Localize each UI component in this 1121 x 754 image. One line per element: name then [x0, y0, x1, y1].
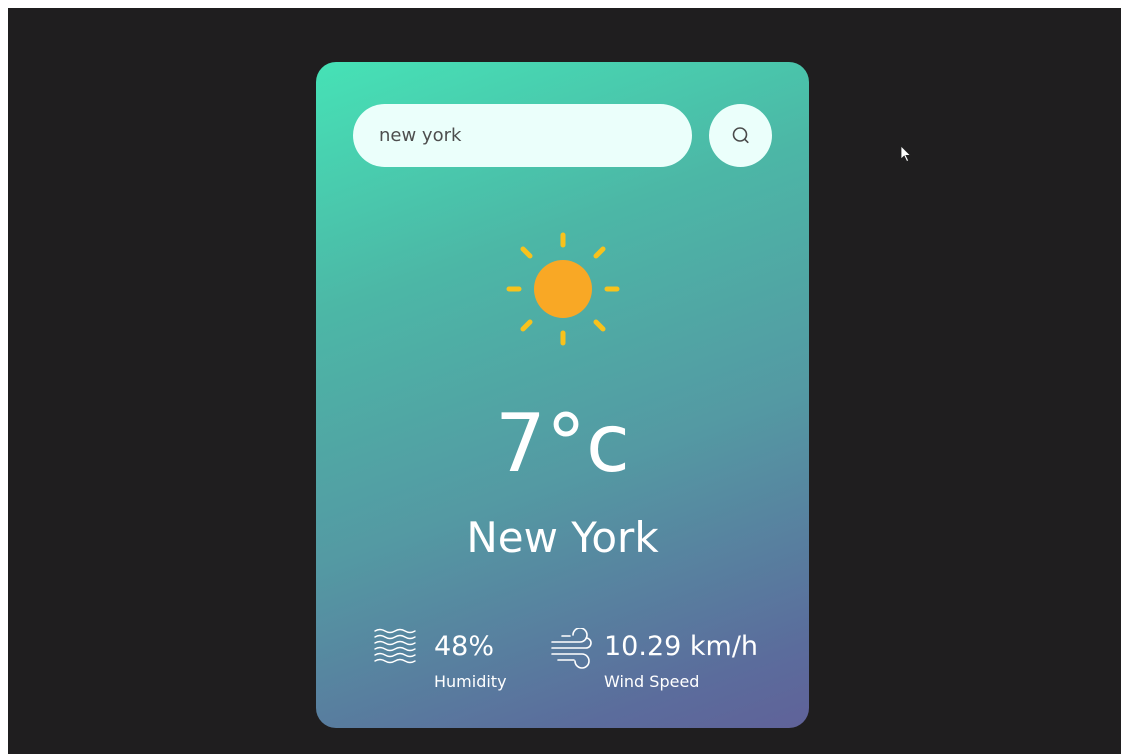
wind-icon: [551, 628, 592, 669]
search-input[interactable]: [353, 104, 692, 167]
search-icon: [732, 126, 749, 143]
search-button[interactable]: [709, 104, 772, 167]
wind-speed-value: 10.29 km/h: [604, 631, 759, 662]
humidity-value: 48%: [434, 631, 495, 662]
weather-card: 7°c New York 48% Humidity: [316, 62, 809, 728]
humidity-waves-icon: [374, 628, 416, 664]
humidity-label: Humidity: [434, 672, 507, 691]
wind-speed-label: Wind Speed: [604, 672, 700, 691]
temperature: 7°c: [495, 397, 630, 490]
sun-icon: [506, 232, 620, 346]
mouse-cursor-icon: [900, 145, 912, 163]
app-screen: 7°c New York 48% Humidity: [8, 8, 1121, 754]
city-name: New York: [466, 513, 659, 562]
